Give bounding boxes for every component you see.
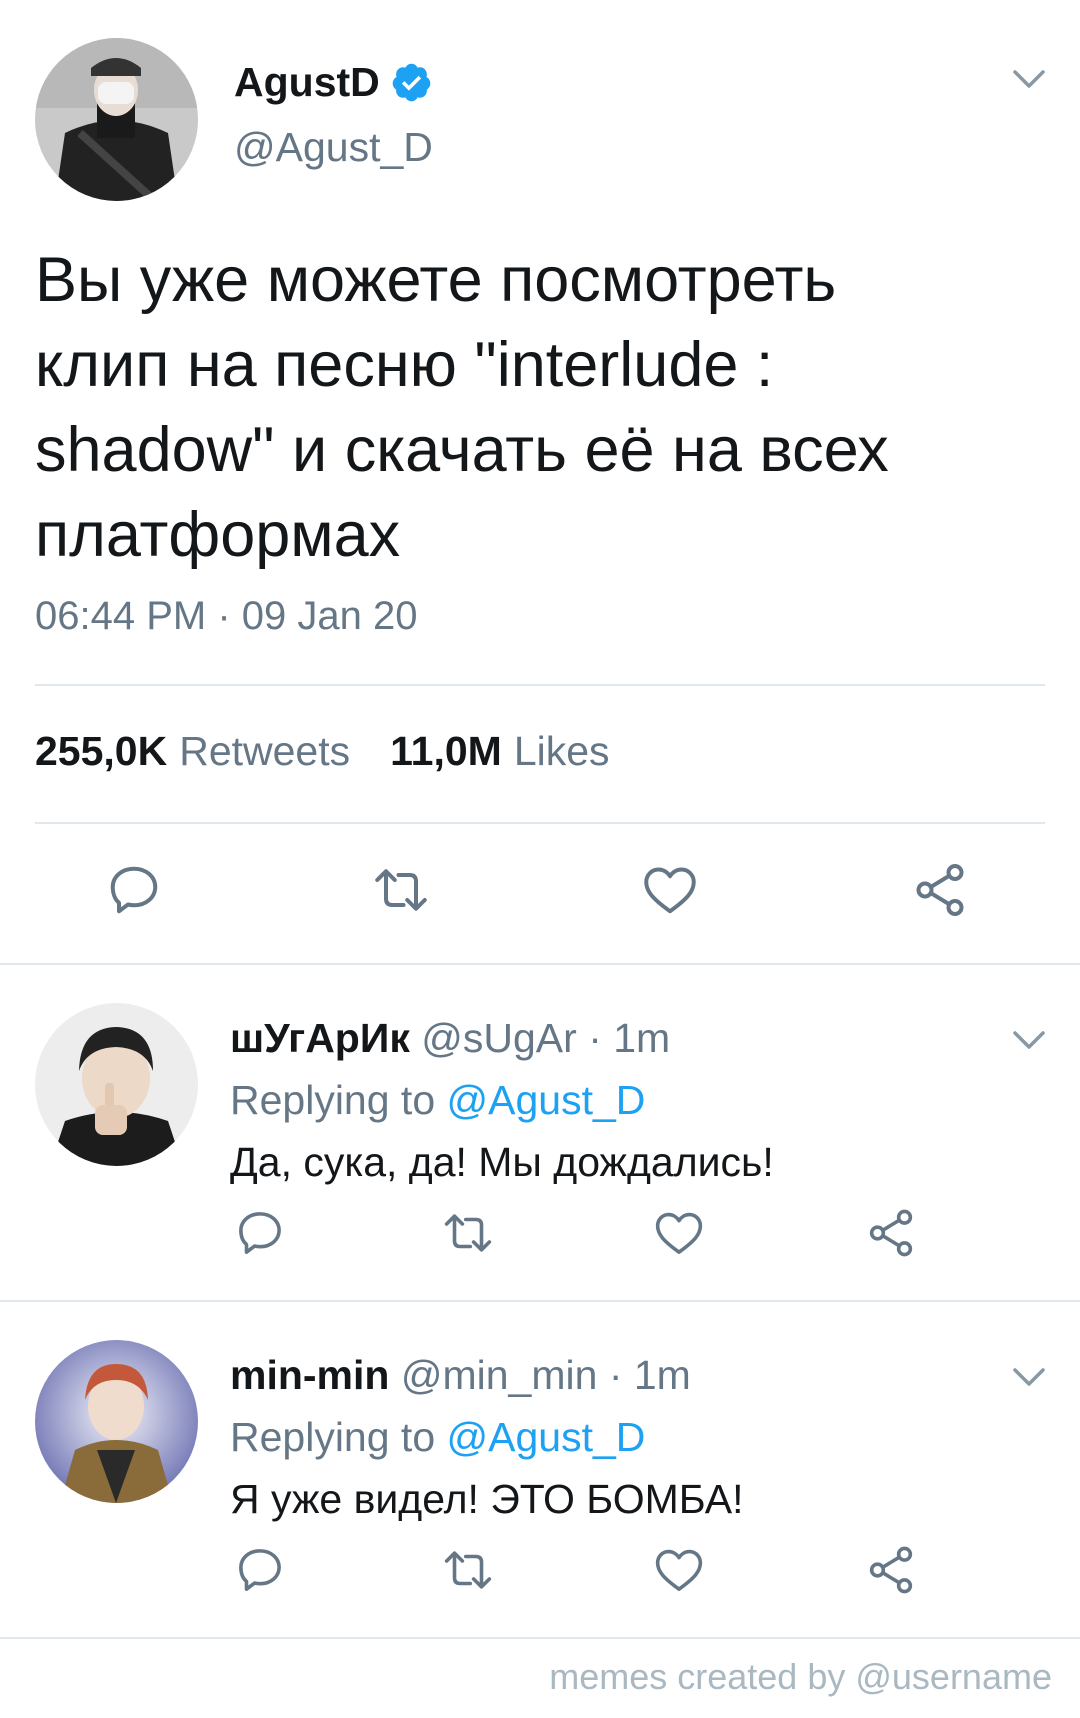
replying-prefix: Replying to [230, 1414, 436, 1460]
retweet-button[interactable] [371, 860, 431, 920]
share-button[interactable] [864, 1206, 918, 1260]
retweet-icon [444, 1214, 492, 1252]
retweet-button[interactable] [441, 1543, 495, 1597]
main-name-row: AgustD [234, 52, 433, 112]
reply-button[interactable] [104, 860, 164, 920]
reply-time[interactable]: · 1m [609, 1352, 691, 1398]
tweet-text-line: Вы уже можете посмотреть [35, 245, 837, 315]
share-icon [916, 864, 964, 916]
reply-display-name[interactable]: min-min [230, 1352, 389, 1398]
reply-text: Да, сука, да! Мы дождались! [230, 1139, 774, 1185]
watermark-text: memes created by @username [549, 1656, 1052, 1697]
replying-to: Replying to @Agust_D [230, 1414, 645, 1461]
main-tweet: AgustD @Agust_D Вы уже можете посмотреть… [0, 0, 1080, 963]
chevron-down-icon[interactable] [1009, 1362, 1049, 1390]
chevron-down-icon[interactable] [1009, 64, 1049, 92]
chevron-down-icon[interactable] [1009, 1025, 1049, 1053]
share-icon [869, 1209, 913, 1257]
share-button[interactable] [864, 1543, 918, 1597]
tweet-text-line: платформах [35, 500, 401, 570]
likes-label[interactable]: Likes [514, 728, 610, 775]
retweet-button[interactable] [441, 1206, 495, 1260]
retweets-label[interactable]: Retweets [179, 728, 350, 775]
reply-text: Я уже видел! ЭТО БОМБА! [230, 1476, 744, 1522]
likes-count[interactable]: 11,0M [390, 728, 502, 775]
reply-icon [110, 866, 158, 914]
divider [35, 684, 1045, 686]
reply-tweet[interactable]: шУгАрИк @sUgAr · 1m Replying to @Agust_D… [0, 963, 1080, 1300]
reply-header: шУгАрИк @sUgAr · 1m [230, 1015, 670, 1062]
reply-button[interactable] [233, 1543, 287, 1597]
verified-badge-icon [392, 63, 431, 101]
reply-display-name[interactable]: шУгАрИк [230, 1015, 410, 1061]
reply-handle[interactable]: @min_min [401, 1352, 598, 1398]
share-icon [869, 1546, 913, 1594]
replying-handle-link[interactable]: @Agust_D [447, 1077, 646, 1123]
tweet-text-line: shadow" и скачать её на всех [35, 415, 889, 485]
reply-icon [239, 1549, 281, 1591]
like-icon [655, 1549, 703, 1591]
reply-avatar[interactable] [35, 1340, 198, 1503]
tweet-stats: 255,0K Retweets 11,0M Likes [35, 728, 610, 775]
like-button[interactable] [652, 1206, 706, 1260]
tweet-text: Вы уже можете посмотреть клип на песню "… [35, 238, 1045, 578]
retweet-icon [444, 1551, 492, 1589]
reply-icon [239, 1212, 281, 1254]
reply-tweet[interactable]: min-min @min_min · 1m Replying to @Agust… [0, 1300, 1080, 1637]
reply-avatar[interactable] [35, 1003, 198, 1166]
reply-header: min-min @min_min · 1m [230, 1352, 691, 1399]
retweet-icon [375, 869, 427, 911]
divider [0, 1637, 1080, 1639]
like-icon [655, 1212, 703, 1254]
like-icon [644, 867, 696, 914]
like-button[interactable] [640, 860, 700, 920]
divider [35, 822, 1045, 824]
main-handle[interactable]: @Agust_D [234, 124, 433, 171]
main-avatar[interactable] [35, 38, 198, 201]
replying-to: Replying to @Agust_D [230, 1077, 645, 1124]
retweets-count[interactable]: 255,0K [35, 728, 167, 775]
replying-handle-link[interactable]: @Agust_D [447, 1414, 646, 1460]
tweet-timestamp[interactable]: 06:44 PM · 09 Jan 20 [35, 594, 417, 639]
reply-handle[interactable]: @sUgAr [421, 1015, 577, 1061]
tweet-text-line: клип на песню "interlude : [35, 330, 774, 400]
share-button[interactable] [910, 860, 970, 920]
reply-button[interactable] [233, 1206, 287, 1260]
reply-time[interactable]: · 1m [588, 1015, 670, 1061]
like-button[interactable] [652, 1543, 706, 1597]
main-display-name[interactable]: AgustD [234, 59, 380, 106]
replying-prefix: Replying to [230, 1077, 436, 1123]
